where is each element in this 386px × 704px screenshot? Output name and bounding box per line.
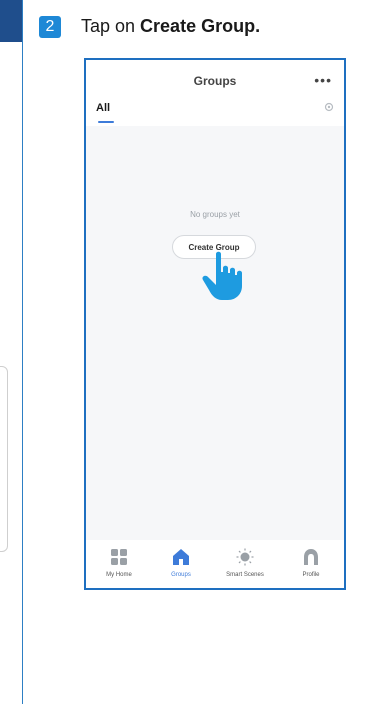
step-instruction-emphasis: Create Group. bbox=[140, 16, 261, 36]
nav-label-smart-scenes: Smart Scenes bbox=[226, 572, 264, 578]
grid-icon bbox=[111, 549, 127, 565]
gear-icon[interactable] bbox=[324, 102, 334, 112]
user-icon bbox=[304, 549, 318, 565]
sun-icon bbox=[236, 548, 254, 566]
empty-state-message: No groups yet bbox=[190, 210, 240, 219]
nav-label-my-home: My Home bbox=[106, 572, 132, 578]
side-card-fragment bbox=[0, 366, 8, 552]
tab-all[interactable]: All bbox=[96, 102, 110, 114]
step-instruction: Tap on Create Group. bbox=[81, 14, 260, 38]
nav-item-my-home[interactable]: My Home bbox=[88, 540, 150, 588]
nav-item-groups[interactable]: Groups bbox=[150, 540, 212, 588]
home-icon bbox=[173, 549, 189, 565]
phone-screen: Groups ••• All No groups yet Create Grou… bbox=[84, 58, 346, 590]
step-number-badge: 2 bbox=[39, 16, 61, 38]
nav-label-profile: Profile bbox=[302, 572, 320, 578]
nav-item-smart-scenes[interactable]: Smart Scenes bbox=[214, 540, 276, 588]
left-vertical-rule bbox=[22, 0, 23, 704]
tab-active-indicator bbox=[98, 121, 114, 123]
bottom-navigation: My Home Groups Smart Scenes Profile bbox=[86, 540, 344, 588]
step-instruction-prefix: Tap on bbox=[81, 16, 141, 36]
nav-item-profile[interactable]: Profile bbox=[280, 540, 342, 588]
more-horizontal-icon[interactable]: ••• bbox=[314, 72, 332, 88]
app-header: Groups ••• All bbox=[86, 60, 344, 126]
left-edge-tab bbox=[0, 0, 22, 42]
pointing-hand-icon bbox=[202, 251, 242, 300]
page-title: Groups bbox=[193, 74, 237, 88]
nav-label-groups: Groups bbox=[171, 572, 191, 578]
